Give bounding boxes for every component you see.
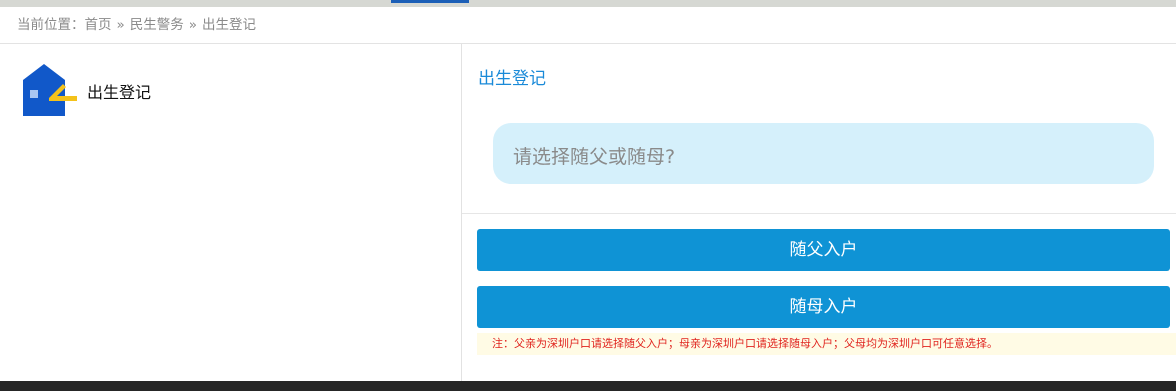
breadcrumb: 当前位置：首页» 民生警务» 出生登记 [0, 7, 1176, 44]
item-title: 出生登记 [87, 83, 152, 102]
page-title: 出生登记 [478, 69, 546, 89]
question-box: 请选择随父或随母? [493, 123, 1154, 184]
active-nav-indicator [391, 0, 469, 3]
footer-bar [0, 381, 1176, 391]
breadcrumb-separator: » [116, 17, 125, 33]
divider [462, 213, 1176, 214]
breadcrumb-separator: » [188, 17, 198, 33]
left-panel: 出生登记 [0, 44, 462, 381]
breadcrumb-current: 出生登记 [202, 17, 257, 33]
register-with-mother-button[interactable]: 随母入户 [477, 286, 1170, 328]
notice-text: 注：父亲为深圳户口请选择随父入户；母亲为深圳户口请选择随母入户；父母均为深圳户口… [492, 337, 998, 350]
notice-box: 注：父亲为深圳户口请选择随父入户；母亲为深圳户口请选择随母入户；父母均为深圳户口… [477, 333, 1176, 355]
register-with-father-button[interactable]: 随父入户 [477, 229, 1170, 271]
breadcrumb-home-link[interactable]: 首页 [85, 17, 112, 33]
question-text: 请选择随父或随母? [513, 146, 676, 168]
breadcrumb-police-service-link[interactable]: 民生警务 [130, 17, 184, 33]
top-bar [0, 0, 1176, 7]
house-icon [23, 64, 77, 116]
right-panel: 出生登记 请选择随父或随母? 随父入户 随母入户 注：父亲为深圳户口请选择随父入… [462, 44, 1176, 381]
breadcrumb-prefix: 当前位置： [17, 17, 85, 33]
